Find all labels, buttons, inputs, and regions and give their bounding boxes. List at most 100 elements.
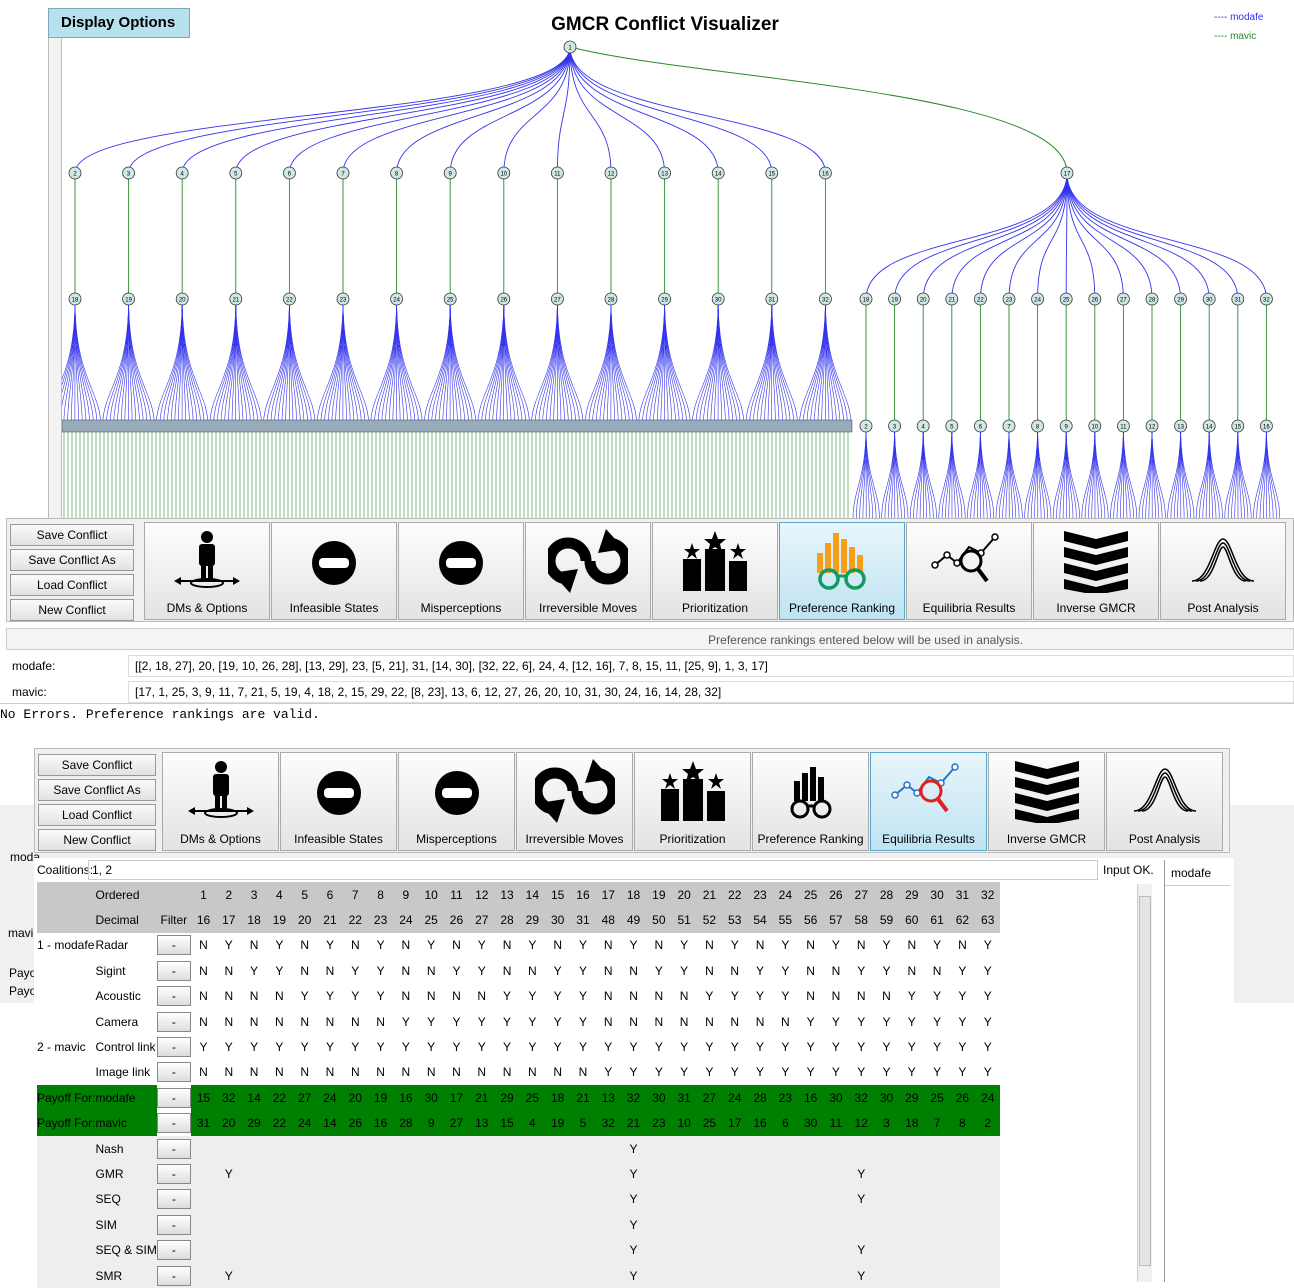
edge-modafe — [592, 299, 611, 426]
filter-header: Filter — [157, 907, 191, 932]
tab-equilibria-results[interactable]: Equilibria Results — [870, 752, 987, 851]
tab-post-analysis[interactable]: Post Analysis — [1160, 522, 1286, 620]
payoff-cell: 30 — [419, 1085, 444, 1110]
state-node-label: 26 — [500, 298, 507, 304]
filter-button[interactable]: - — [157, 935, 191, 955]
eq-cell — [241, 1161, 266, 1186]
payoff-cell: 7 — [924, 1111, 949, 1136]
save-conflict-as-button[interactable]: Save Conflict As — [10, 549, 134, 571]
option-value-cell: Y — [899, 984, 924, 1009]
filter-button[interactable]: - — [157, 1164, 191, 1184]
option-value-cell: N — [823, 984, 848, 1009]
state-node-label: 18 — [863, 298, 870, 304]
load-conflict-button[interactable]: Load Conflict — [10, 574, 134, 596]
edge-modafe — [539, 299, 558, 426]
filter-button[interactable]: - — [157, 1113, 191, 1133]
header-cell: 18 — [241, 907, 266, 932]
save-conflict-button[interactable]: Save Conflict — [38, 754, 156, 776]
filter-button[interactable]: - — [157, 1266, 191, 1286]
payoff-cell: 16 — [798, 1085, 823, 1110]
eq-cell — [722, 1161, 747, 1186]
eq-cell — [596, 1263, 621, 1288]
tab-infeasible-states[interactable]: Infeasible States — [280, 752, 397, 851]
eq-cell — [596, 1187, 621, 1212]
header-cell: 22 — [343, 907, 368, 932]
mavic-ranking-input[interactable]: [17, 1, 25, 3, 9, 11, 7, 21, 5, 19, 4, 1… — [128, 681, 1294, 703]
tab-irreversible-moves[interactable]: Irreversible Moves — [516, 752, 633, 851]
option-value-cell: N — [621, 984, 646, 1009]
eq-cell — [899, 1212, 924, 1237]
eq-concept-label: SIM — [95, 1212, 156, 1237]
filter-button[interactable]: - — [157, 1240, 191, 1260]
eq-cell — [393, 1237, 418, 1262]
eq-concept-label: GMR — [95, 1161, 156, 1186]
tab-inverse-gmcr[interactable]: Inverse GMCR — [1033, 522, 1159, 620]
eq-cell — [646, 1263, 671, 1288]
tab-equilibria-results[interactable]: Equilibria Results — [906, 522, 1032, 620]
new-conflict-button[interactable]: New Conflict — [10, 599, 134, 621]
table-scrollbar[interactable] — [1137, 884, 1152, 1282]
tab-inverse-gmcr[interactable]: Inverse GMCR — [988, 752, 1105, 851]
option-value-cell: N — [393, 984, 418, 1009]
payoff-cell: 29 — [241, 1111, 266, 1136]
tab-preference-ranking[interactable]: Preference Ranking — [752, 752, 869, 851]
option-value-cell: N — [393, 1060, 418, 1085]
option-value-cell: Y — [570, 1009, 595, 1034]
filter-button[interactable]: - — [157, 1037, 191, 1057]
tab-post-analysis[interactable]: Post Analysis — [1106, 752, 1223, 851]
tab-misperceptions[interactable]: Misperceptions — [398, 522, 524, 620]
new-conflict-button[interactable]: New Conflict — [38, 829, 156, 851]
eq-cell — [950, 1136, 975, 1161]
option-value-cell: N — [469, 1060, 494, 1085]
edge-modafe — [1085, 426, 1095, 518]
filter-button[interactable]: - — [157, 961, 191, 981]
eq-cell — [216, 1212, 241, 1237]
edge-modafe — [324, 299, 343, 426]
option-value-cell: N — [267, 1009, 292, 1034]
tab-dms-options[interactable]: DMs & Options — [162, 752, 279, 851]
eq-cell — [469, 1187, 494, 1212]
state-node-label: 29 — [661, 298, 668, 304]
side-list-item[interactable]: modafe — [1165, 860, 1230, 886]
filter-button[interactable]: - — [157, 1062, 191, 1082]
option-value-cell: N — [570, 1060, 595, 1085]
option-value-cell: Y — [899, 1060, 924, 1085]
tab-prioritization[interactable]: Prioritization — [634, 752, 751, 851]
save-conflict-button[interactable]: Save Conflict — [10, 524, 134, 546]
tab-preference-ranking[interactable]: Preference Ranking — [779, 522, 905, 620]
filter-cell: - — [157, 1009, 191, 1034]
filter-button[interactable]: - — [157, 1139, 191, 1159]
eq-cell — [646, 1237, 671, 1262]
tab-infeasible-states[interactable]: Infeasible States — [271, 522, 397, 620]
eq-cell: Y — [849, 1237, 874, 1262]
edge-modafe — [1209, 426, 1222, 518]
edge-modafe — [700, 299, 719, 426]
side-list[interactable]: modafe — [1164, 860, 1230, 1282]
tab-irreversible-moves[interactable]: Irreversible Moves — [525, 522, 651, 620]
modafe-ranking-input[interactable]: [[2, 18, 27], 20, [19, 10, 26, 28], [13,… — [128, 655, 1294, 677]
filter-cell: - — [157, 1187, 191, 1212]
edge-modafe — [1028, 426, 1038, 518]
edge-modafe — [856, 426, 866, 518]
payoff-cell: 4 — [520, 1111, 545, 1136]
filter-button[interactable]: - — [157, 1088, 191, 1108]
filter-button[interactable]: - — [157, 986, 191, 1006]
option-value-cell: Y — [874, 1034, 899, 1059]
filter-button[interactable]: - — [157, 1012, 191, 1032]
load-conflict-button[interactable]: Load Conflict — [38, 804, 156, 826]
filter-button[interactable]: - — [157, 1215, 191, 1235]
display-options-scrollbar[interactable] — [48, 38, 62, 518]
header-cell: 16 — [570, 882, 595, 907]
payoff-dm: mavic — [95, 1111, 156, 1136]
tab-dms-options[interactable]: DMs & Options — [144, 522, 270, 620]
save-conflict-as-button[interactable]: Save Conflict As — [38, 779, 156, 801]
filter-button[interactable]: - — [157, 1189, 191, 1209]
tab-misperceptions[interactable]: Misperceptions — [398, 752, 515, 851]
coalitions-input[interactable]: 1, 2 — [88, 860, 1098, 880]
option-value-cell: N — [545, 1060, 570, 1085]
option-value-cell: N — [419, 984, 444, 1009]
edge-modafe — [1123, 426, 1133, 518]
header-cell: 19 — [267, 907, 292, 932]
header-cell: 30 — [924, 882, 949, 907]
tab-prioritization[interactable]: Prioritization — [652, 522, 778, 620]
